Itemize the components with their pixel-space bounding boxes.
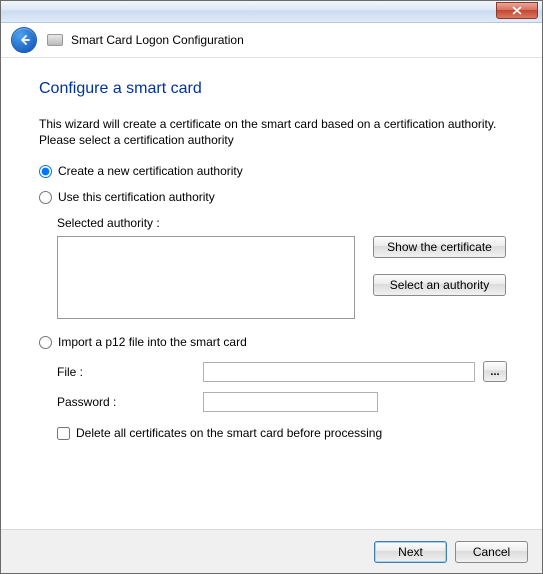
radio-use-existing[interactable]: [39, 191, 52, 204]
titlebar: [1, 1, 542, 23]
file-label: File :: [57, 365, 195, 379]
selected-authority-box: [57, 236, 355, 319]
page-title: Configure a smart card: [39, 80, 508, 98]
browse-button[interactable]: ...: [483, 361, 507, 382]
option-use-existing[interactable]: Use this certification authority: [39, 190, 508, 204]
next-button[interactable]: Next: [374, 541, 447, 563]
password-input[interactable]: [203, 392, 378, 412]
option-create-new[interactable]: Create a new certification authority: [39, 164, 508, 178]
radio-import-p12[interactable]: [39, 336, 52, 349]
close-button[interactable]: [496, 2, 538, 19]
password-label: Password :: [57, 395, 195, 409]
file-row: File : ...: [57, 361, 508, 382]
password-row: Password :: [57, 392, 508, 412]
window-title: Smart Card Logon Configuration: [71, 33, 244, 47]
back-button[interactable]: [11, 27, 37, 53]
wizard-header: Smart Card Logon Configuration: [1, 23, 542, 58]
smartcard-icon: [47, 34, 63, 46]
content-area: Configure a smart card This wizard will …: [1, 58, 542, 450]
select-authority-button[interactable]: Select an authority: [373, 274, 506, 296]
authority-section: Selected authority : Show the certificat…: [57, 216, 508, 319]
close-icon: [512, 6, 522, 15]
delete-certificates-row[interactable]: Delete all certificates on the smart car…: [57, 426, 508, 440]
delete-certificates-label: Delete all certificates on the smart car…: [76, 426, 382, 440]
radio-create-new-label: Create a new certification authority: [58, 164, 243, 178]
radio-create-new[interactable]: [39, 165, 52, 178]
selected-authority-label: Selected authority :: [57, 216, 508, 230]
back-arrow-icon: [17, 33, 31, 47]
file-input[interactable]: [203, 362, 475, 382]
radio-import-p12-label: Import a p12 file into the smart card: [58, 335, 247, 349]
delete-certificates-checkbox[interactable]: [57, 427, 70, 440]
option-import-p12[interactable]: Import a p12 file into the smart card: [39, 335, 508, 349]
show-certificate-button[interactable]: Show the certificate: [373, 236, 506, 258]
cancel-button[interactable]: Cancel: [455, 541, 528, 563]
wizard-footer: Next Cancel: [1, 529, 542, 573]
intro-text: This wizard will create a certificate on…: [39, 116, 508, 148]
radio-use-existing-label: Use this certification authority: [58, 190, 215, 204]
